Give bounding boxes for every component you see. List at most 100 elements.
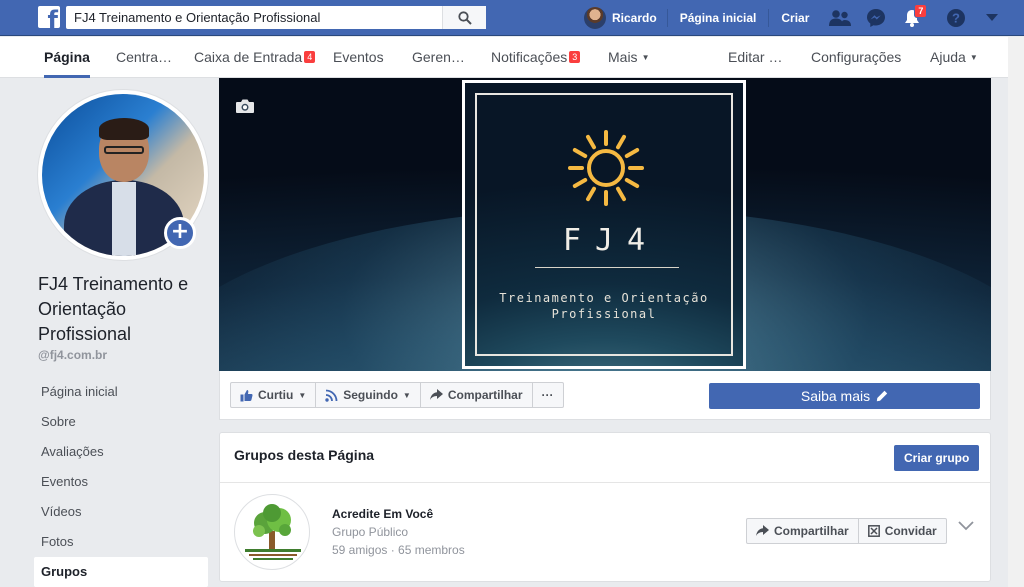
tab-caixa-de-entrada[interactable]: Caixa de Entrada 4: [194, 37, 316, 78]
sun-ray: [616, 134, 626, 150]
sidebar-item-pagina-inicial[interactable]: Página inicial: [34, 377, 208, 407]
button-label: Saiba mais: [800, 388, 871, 404]
cover-subtitle-line: Profissional: [551, 307, 657, 321]
sun-ray: [572, 178, 588, 188]
button-label: Compartilhar: [447, 388, 523, 402]
tab-configuracoes[interactable]: Configurações: [811, 37, 901, 78]
search-bar: [66, 6, 486, 29]
groups-card-header: Grupos desta Página Criar grupo: [220, 433, 990, 483]
sidebar-item-eventos[interactable]: Eventos: [34, 467, 208, 497]
cover-title: FJ4: [562, 223, 660, 258]
group-name[interactable]: Acredite Em Você: [332, 507, 433, 521]
page-sidebar-nav: Página inicial Sobre Avaliações Eventos …: [34, 377, 208, 587]
facebook-logo-icon[interactable]: f: [38, 6, 60, 28]
share-arrow-icon: [429, 389, 443, 400]
create-group-button[interactable]: Criar grupo: [894, 445, 980, 471]
tab-notificacoes[interactable]: Notificações 3: [491, 37, 581, 78]
page-admin-nav: Página Centra… Caixa de Entrada 4 Eventos…: [0, 37, 1008, 78]
plus-icon: +: [170, 219, 190, 244]
tab-label: Geren…: [412, 49, 465, 65]
sidebar-item-fotos[interactable]: Fotos: [34, 527, 208, 557]
home-link[interactable]: Página inicial: [666, 9, 769, 27]
liked-button[interactable]: Curtiu ▼: [230, 382, 317, 408]
tab-label: Página: [44, 49, 90, 65]
sidebar-item-videos[interactable]: Vídeos: [34, 497, 208, 527]
chevron-down-icon[interactable]: [958, 521, 974, 531]
tab-eventos[interactable]: Eventos: [333, 37, 384, 78]
groups-title: Grupos desta Página: [234, 447, 375, 463]
friend-requests-button[interactable]: [829, 7, 852, 29]
share-group-button[interactable]: Compartilhar: [746, 518, 859, 544]
tab-ajuda[interactable]: Ajuda ▼: [930, 37, 978, 78]
dropdown-caret-icon: [986, 14, 999, 21]
messenger-button[interactable]: [865, 7, 887, 29]
page-action-buttons: Curtiu ▼ Seguindo ▼ Compartilhar ···: [230, 382, 564, 408]
avatar: [584, 7, 606, 29]
learn-more-button[interactable]: Saiba mais: [709, 383, 980, 409]
notifications-badge: 7: [914, 4, 928, 18]
sun-ray: [586, 134, 596, 150]
following-button[interactable]: Seguindo ▼: [315, 382, 421, 408]
top-bar: f Ricardo Página inicial Criar 7 ?: [0, 0, 1024, 36]
page-groups-card: Grupos desta Página Criar grupo Acredite…: [219, 432, 991, 582]
inbox-badge: 4: [304, 51, 316, 63]
scrollbar[interactable]: [1008, 37, 1024, 587]
user-profile-link[interactable]: Ricardo: [580, 7, 667, 29]
add-profile-photo-button[interactable]: +: [164, 217, 196, 249]
sun-ray: [624, 178, 640, 188]
create-link[interactable]: Criar: [768, 9, 821, 27]
tab-label: Editar …: [728, 49, 783, 65]
tab-label: Eventos: [333, 49, 384, 65]
user-name: Ricardo: [612, 11, 657, 25]
sidebar-item-avaliacoes[interactable]: Avaliações: [34, 437, 208, 467]
button-label: Curtiu: [258, 388, 294, 402]
group-tree-logo: [245, 504, 301, 560]
tab-editar[interactable]: Editar …: [728, 37, 782, 78]
sidebar-item-grupos[interactable]: Grupos: [34, 557, 208, 587]
photo-glasses: [104, 146, 144, 154]
page-title: FJ4 Treinamento e Orientação Profissiona…: [38, 274, 189, 344]
cover-subtitle-line: Treinamento e Orientação: [499, 291, 709, 305]
pencil-icon: [876, 390, 888, 402]
more-options-button[interactable]: ···: [531, 382, 564, 408]
camera-icon: [236, 99, 254, 113]
page-action-bar: Curtiu ▼ Seguindo ▼ Compartilhar ··· Sai…: [219, 371, 991, 420]
tab-label: Notificações: [491, 49, 568, 65]
tab-label: Configurações: [811, 49, 902, 65]
caret-down-icon: ▼: [641, 53, 650, 62]
notifications-button[interactable]: 7: [901, 4, 928, 29]
tab-pagina[interactable]: Página: [44, 37, 90, 78]
group-avatar[interactable]: [234, 494, 310, 570]
share-button[interactable]: Compartilhar: [419, 382, 533, 408]
tab-gerenciador[interactable]: Geren…: [412, 37, 465, 78]
tab-label: Mais: [608, 49, 638, 65]
search-icon: [457, 10, 472, 25]
sun-ray: [572, 148, 588, 158]
account-menu-button[interactable]: [981, 7, 1003, 29]
tab-centro[interactable]: Centra…: [116, 37, 172, 78]
cover-logo: FJ4 Treinamento e Orientação Profissiona…: [462, 80, 746, 369]
sun-ray: [624, 148, 640, 158]
button-label: Seguindo: [343, 388, 398, 402]
invite-button[interactable]: Convidar: [857, 518, 947, 544]
tab-label: Caixa de Entrada: [194, 49, 303, 65]
page-username[interactable]: @fj4.com.br: [38, 348, 107, 362]
thumbs-up-icon: [240, 389, 253, 401]
help-button[interactable]: ?: [945, 7, 967, 29]
more-icon: ···: [541, 388, 554, 402]
group-actions: Compartilhar Convidar: [746, 518, 947, 544]
sidebar-item-sobre[interactable]: Sobre: [34, 407, 208, 437]
list-item: Acredite Em Você Grupo Público 59 amigos…: [220, 483, 990, 581]
search-input[interactable]: [66, 6, 442, 29]
change-cover-button[interactable]: [235, 98, 255, 119]
cover-photo[interactable]: FJ4 Treinamento e Orientação Profissiona…: [219, 78, 991, 371]
invite-icon: [867, 525, 880, 537]
tab-label: Ajuda: [930, 49, 966, 65]
group-privacy: Grupo Público: [332, 525, 409, 539]
button-label: Compartilhar: [774, 524, 849, 538]
tab-label: Centra…: [116, 49, 173, 65]
sun-ray: [616, 186, 626, 202]
tab-mais[interactable]: Mais ▼: [608, 37, 649, 78]
search-button[interactable]: [442, 6, 486, 29]
notifications-tab-badge: 3: [569, 51, 581, 63]
